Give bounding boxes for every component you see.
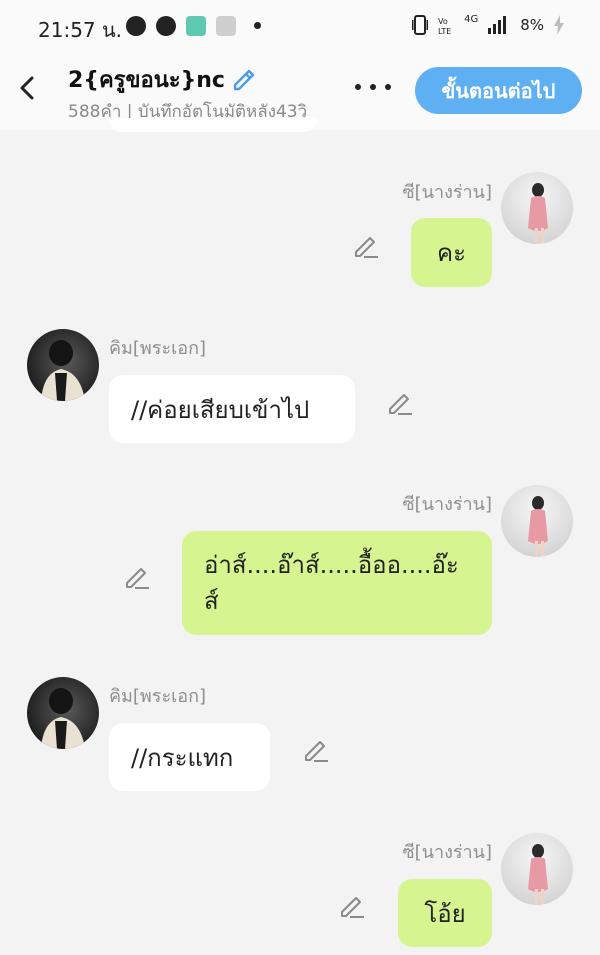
messenger-icon: [156, 16, 176, 36]
signal-icon: [488, 16, 507, 34]
story-title: 2{ครูขอนะ}nc: [68, 68, 225, 93]
edit-message-icon[interactable]: [302, 734, 332, 764]
hero-photo: [41, 688, 85, 749]
hero-photo: [41, 340, 85, 401]
previous-message-bubble: [108, 118, 318, 132]
status-indicators: Vo LTE 4G 8%: [412, 13, 564, 35]
line-app-icon: [126, 16, 146, 36]
svg-text:LTE: LTE: [438, 27, 451, 35]
app-notification-icon: [186, 16, 206, 36]
message-bubble[interactable]: โอ้ย: [398, 879, 492, 947]
battery-percent: 8%: [520, 16, 544, 34]
speaker-name: ซี[นางร่าน]: [402, 842, 492, 863]
message-bubble[interactable]: คะ: [411, 218, 492, 287]
speaker-name: คิม[พระเอก]: [109, 686, 207, 707]
volte-icon: VoLTE: [438, 17, 451, 35]
speaker-name: ซี[นางร่าน]: [402, 494, 492, 515]
edit-message-icon[interactable]: [386, 387, 416, 417]
message-bubble[interactable]: //ค่อยเสียบเข้าไป: [109, 375, 355, 443]
next-step-button[interactable]: ขั้นตอนต่อไป: [415, 67, 582, 114]
edit-title-icon[interactable]: [230, 64, 258, 92]
network-type-label: 4G: [464, 13, 479, 25]
vibrate-icon: [412, 15, 429, 35]
message-text-line: อ่าส์....อ๊าส์.....อื้ออ....อ๊ะ: [204, 551, 459, 579]
avatar-heroine[interactable]: [501, 833, 573, 905]
status-time: 21:57 น.: [38, 18, 123, 42]
battery-charging-icon: [554, 15, 564, 35]
avatar-hero[interactable]: [27, 329, 99, 401]
message-bubble[interactable]: อ่าส์....อ๊าส์.....อื้ออ....อ๊ะ ส์: [182, 531, 492, 635]
more-options-icon[interactable]: [355, 84, 391, 94]
heroine-photo: [528, 183, 548, 244]
svg-text:Vo: Vo: [438, 17, 448, 26]
speaker-name: คิม[พระเอก]: [109, 338, 207, 359]
edit-message-icon[interactable]: [123, 561, 153, 591]
back-arrow-icon[interactable]: [14, 70, 42, 106]
edit-message-icon[interactable]: [352, 230, 382, 260]
status-bar: 21:57 น. Vo LTE 4G 8%: [0, 0, 600, 52]
speaker-name: ซี[นางร่าน]: [402, 182, 492, 203]
game-controller-icon: [216, 16, 236, 36]
heroine-photo: [528, 844, 548, 905]
more-notifications-dot: [254, 22, 261, 29]
avatar-heroine[interactable]: [501, 485, 573, 557]
message-bubble[interactable]: //กระแทก: [109, 723, 270, 791]
message-text-line: ส์: [204, 587, 219, 615]
heroine-photo: [528, 496, 548, 557]
avatar-heroine[interactable]: [501, 172, 573, 244]
edit-message-icon[interactable]: [338, 890, 368, 920]
avatar-hero[interactable]: [27, 677, 99, 749]
